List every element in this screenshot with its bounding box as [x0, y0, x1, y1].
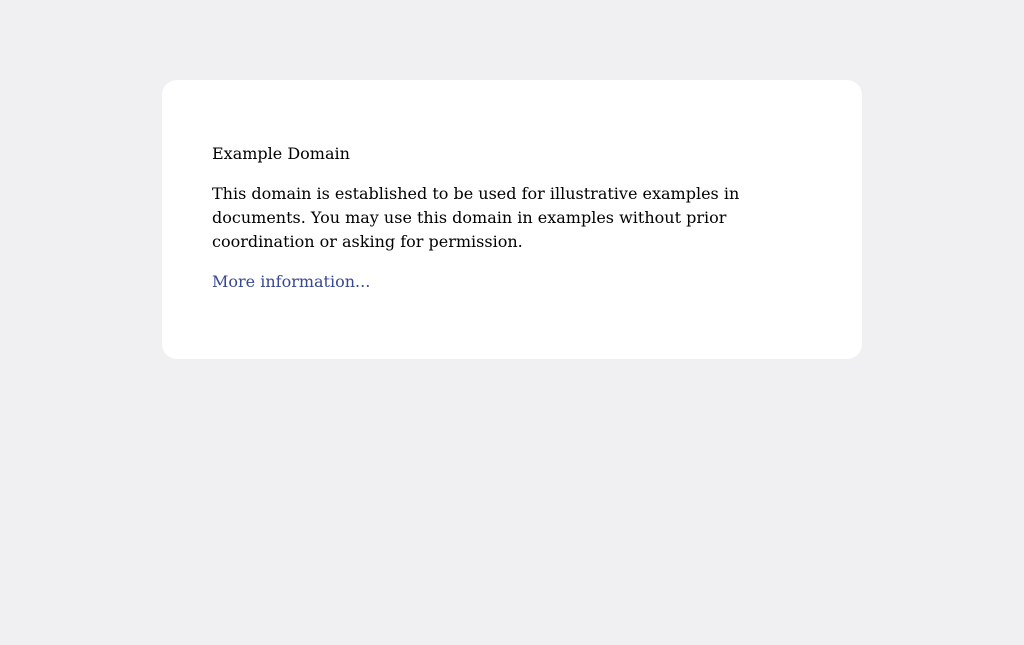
content-card: Example Domain This domain is establishe…	[162, 80, 862, 359]
more-information-link[interactable]: More information...	[212, 270, 812, 294]
page-title: Example Domain	[212, 144, 350, 163]
description-paragraph: This domain is established to be used fo…	[212, 184, 740, 251]
